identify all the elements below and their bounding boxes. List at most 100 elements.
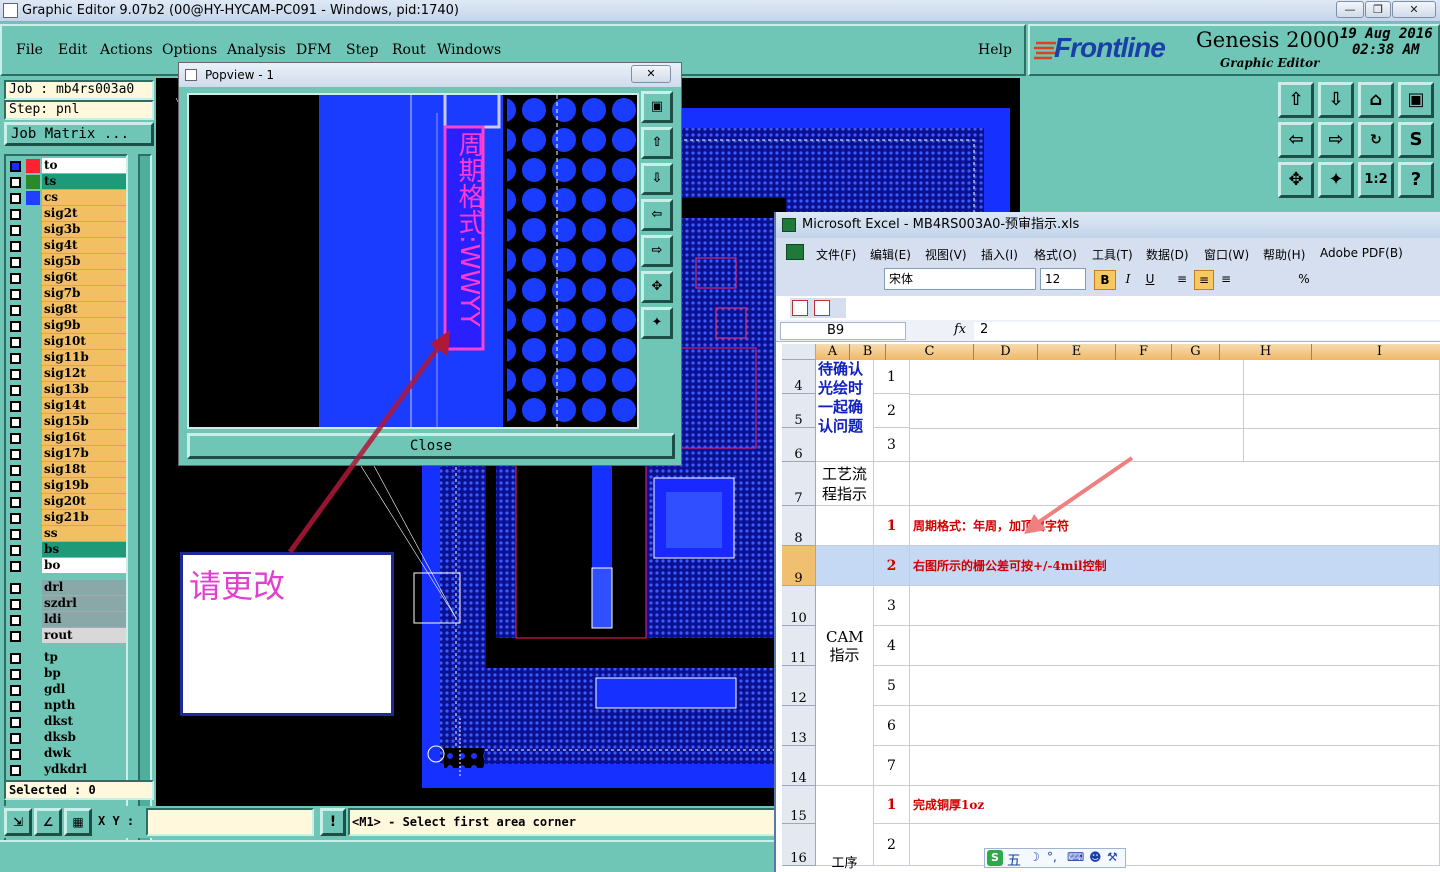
redraw-icon[interactable]: ↻ <box>1358 122 1394 158</box>
layer-checkbox[interactable] <box>10 749 21 760</box>
layer-checkbox[interactable] <box>10 257 21 268</box>
pdf-icon[interactable] <box>792 300 808 316</box>
row-header-13[interactable]: 13 <box>782 706 816 746</box>
layer-row-sig21b[interactable]: sig21b <box>8 510 126 526</box>
row-header-5[interactable]: 5 <box>782 394 816 428</box>
layer-row-sig18t[interactable]: sig18t <box>8 462 126 478</box>
help-icon[interactable]: ? <box>1398 162 1434 198</box>
popview-fit-icon[interactable]: ✥ <box>641 271 673 303</box>
column-header-H[interactable]: H <box>1220 344 1312 360</box>
layer-checkbox[interactable] <box>10 337 21 348</box>
cell-b7[interactable] <box>874 462 910 506</box>
layer-row-to[interactable]: to <box>8 158 126 174</box>
cell-b-6[interactable]: 3 <box>874 428 910 462</box>
layer-checkbox[interactable] <box>10 615 21 626</box>
layer-checkbox[interactable] <box>10 669 21 680</box>
menu-file[interactable]: File <box>16 42 43 58</box>
cell-c-13[interactable] <box>910 706 1440 746</box>
cell-a-block2[interactable]: 工艺流程指示 <box>816 462 874 506</box>
cell-b-14[interactable]: 7 <box>874 746 910 786</box>
layer-checkbox[interactable] <box>10 433 21 444</box>
cell-b-13[interactable]: 6 <box>874 706 910 746</box>
popview-up-icon[interactable]: ⇧ <box>641 127 673 159</box>
row-header-6[interactable]: 6 <box>782 428 816 462</box>
xmenu-edit[interactable]: 编辑(E) <box>870 246 911 263</box>
xy-input[interactable] <box>146 808 314 836</box>
zoom-fit-icon[interactable]: ✥ <box>1278 162 1314 198</box>
layer-checkbox[interactable] <box>10 209 21 220</box>
layer-row-sig9b[interactable]: sig9b <box>8 318 126 334</box>
layer-row-sig3b[interactable]: sig3b <box>8 222 126 238</box>
layer-checkbox[interactable] <box>10 225 21 236</box>
menu-edit[interactable]: Edit <box>58 42 87 58</box>
maximize-button[interactable]: ❐ <box>1365 1 1391 18</box>
row-header-4[interactable]: 4 <box>782 360 816 394</box>
cell-c7[interactable] <box>910 462 1440 506</box>
cell-b-16[interactable]: 2 <box>874 824 910 866</box>
cell-c8[interactable]: 周期格式：年周，加顶层字符 <box>910 506 1440 546</box>
window-view-icon[interactable]: ▣ <box>1398 82 1434 118</box>
layer-row-bo[interactable]: bo <box>8 558 126 574</box>
column-header-C[interactable]: C <box>886 344 974 360</box>
layer-checkbox[interactable] <box>10 717 21 728</box>
column-header-G[interactable]: G <box>1172 344 1220 360</box>
minimize-button[interactable]: — <box>1336 1 1364 18</box>
ime-toolbar[interactable]: S 五 ☽ °, ⌨ ☻ ⚒ <box>984 848 1126 869</box>
layer-row-ts[interactable]: ts <box>8 174 126 190</box>
layer-row-dwk[interactable]: dwk <box>8 746 126 762</box>
layer-row-sig14t[interactable]: sig14t <box>8 398 126 414</box>
popview-center-icon[interactable]: ✦ <box>641 307 673 339</box>
cell-a9[interactable] <box>816 546 874 586</box>
layer-checkbox[interactable] <box>10 653 21 664</box>
layer-row-sig19b[interactable]: sig19b <box>8 478 126 494</box>
layer-row-npth[interactable]: npth <box>8 698 126 714</box>
layer-checkbox[interactable] <box>10 177 21 188</box>
layer-row-sig8t[interactable]: sig8t <box>8 302 126 318</box>
layer-row-sig16t[interactable]: sig16t <box>8 430 126 446</box>
grid-icon[interactable]: ▦ <box>64 808 92 836</box>
snap-icon[interactable]: S <box>1398 122 1434 158</box>
layer-checkbox[interactable] <box>10 545 21 556</box>
layer-row-bs[interactable]: bs <box>8 542 126 558</box>
layer-row-sig10t[interactable]: sig10t <box>8 334 126 350</box>
layer-checkbox[interactable] <box>10 765 21 776</box>
layer-row-bp[interactable]: bp <box>8 666 126 682</box>
cell-c-11[interactable] <box>910 626 1440 666</box>
menu-analysis[interactable]: Analysis <box>227 42 286 58</box>
layer-checkbox[interactable] <box>10 449 21 460</box>
layer-checkbox[interactable] <box>10 685 21 696</box>
layer-checkbox[interactable] <box>10 161 21 172</box>
layer-checkbox[interactable] <box>10 289 21 300</box>
row-header-11[interactable]: 11 <box>782 626 816 666</box>
measure-icon[interactable]: ⇲ <box>4 808 32 836</box>
layer-scrollbar[interactable] <box>138 154 152 852</box>
layer-row-sig11b[interactable]: sig11b <box>8 350 126 366</box>
xmenu-format[interactable]: 格式(O) <box>1034 246 1077 263</box>
layer-row-sig15b[interactable]: sig15b <box>8 414 126 430</box>
underline-button[interactable]: U <box>1140 270 1160 290</box>
cell-b-4[interactable]: 1 <box>874 360 910 394</box>
layer-row-sig17b[interactable]: sig17b <box>8 446 126 462</box>
layer-row-sig7b[interactable]: sig7b <box>8 286 126 302</box>
layer-row-ydkdrl[interactable]: ydkdrl <box>8 762 126 778</box>
layer-checkbox[interactable] <box>10 465 21 476</box>
layer-checkbox[interactable] <box>10 497 21 508</box>
xmenu-window[interactable]: 窗口(W) <box>1204 246 1249 263</box>
cell-c9[interactable]: 右图所示的栅公差可按+/-4mil控制 <box>910 546 1440 586</box>
percent-icon[interactable]: % <box>1294 270 1314 290</box>
zoom-home-icon[interactable]: ⇧ <box>1278 82 1314 118</box>
menu-options[interactable]: Options <box>162 42 217 58</box>
layer-checkbox[interactable] <box>10 305 21 316</box>
cell-h-block1[interactable] <box>1244 360 1440 462</box>
layer-row-sig4t[interactable]: sig4t <box>8 238 126 254</box>
layer-checkbox[interactable] <box>10 417 21 428</box>
xmenu-view[interactable]: 视图(V) <box>925 246 967 263</box>
layer-row-cs[interactable]: cs <box>8 190 126 206</box>
column-header-I[interactable]: I <box>1312 344 1440 360</box>
row-header-7[interactable]: 7 <box>782 462 816 506</box>
popview-close-x[interactable]: ✕ <box>631 65 671 83</box>
layer-row-ldi[interactable]: ldi <box>8 612 126 628</box>
layer-checkbox[interactable] <box>10 701 21 712</box>
column-header-A[interactable]: A <box>816 344 850 360</box>
xmenu-insert[interactable]: 插入(I) <box>981 246 1018 263</box>
